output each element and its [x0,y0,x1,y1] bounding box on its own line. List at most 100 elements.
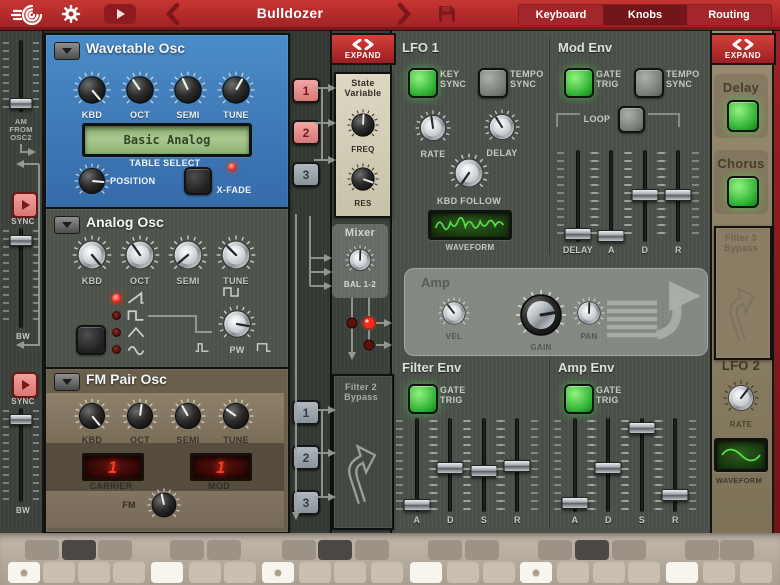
sync-play-button-1[interactable] [12,192,38,218]
filter-env-gate-trig-button[interactable] [408,384,438,414]
knob-tune[interactable] [216,70,256,110]
routing-button-3[interactable]: 3 [292,162,320,187]
slider-handle[interactable] [503,460,531,472]
knob-kbd[interactable] [71,234,113,276]
overview-white-key[interactable] [703,562,735,583]
fx-expand-button[interactable]: EXPAND [710,33,776,65]
mod-env-tempo-sync-button[interactable] [634,68,664,98]
slider-handle[interactable] [631,189,659,202]
slider-r[interactable] [654,418,697,512]
player-button[interactable] [104,4,136,24]
overview-white-key[interactable] [113,562,145,583]
save-icon[interactable] [437,4,457,24]
overview-white-key[interactable] [520,562,552,583]
knob-kbd[interactable] [72,70,112,110]
loop-button[interactable] [618,106,645,133]
slider-handle[interactable] [564,227,592,240]
wave-select-square[interactable] [112,308,145,322]
routing-button-1[interactable]: 1 [292,400,320,425]
knob-oct[interactable] [121,397,159,435]
lfo1-kbd-follow-knob[interactable] [448,152,490,194]
overview-black-key[interactable] [612,540,646,560]
lfo2-rate-knob[interactable] [722,379,760,417]
fm-collapse-button[interactable] [54,373,80,391]
slider-delay[interactable] [556,150,599,242]
slider-handle[interactable] [597,229,625,242]
filter-expand-button[interactable]: EXPAND [330,33,396,65]
overview-white-key[interactable] [666,562,698,583]
knob-tune[interactable] [215,234,257,276]
overview-white-key[interactable] [43,562,75,583]
slider-handle[interactable] [9,414,33,425]
overview-black-key[interactable] [428,540,462,560]
slider-handle[interactable] [661,489,689,502]
slider-a[interactable] [590,150,633,242]
filter3-bypass-panel[interactable]: Filter 3 Bypass [714,226,772,360]
wavetable-collapse-button[interactable] [54,42,80,60]
pw-knob[interactable] [217,304,257,344]
filter2-bypass-panel[interactable]: Filter 2 Bypass [332,374,394,530]
slider-bw-1[interactable] [3,228,39,328]
routing-button-3[interactable]: 3 [292,490,320,515]
slider-handle[interactable] [403,498,431,511]
tab-knobs[interactable]: Knobs [603,5,687,25]
wave-select-saw[interactable] [112,291,145,305]
slider-d[interactable] [587,418,630,512]
slider-s[interactable] [620,418,663,512]
overview-white-key[interactable] [224,562,256,583]
previous-preset-button[interactable] [164,2,180,26]
knob-oct[interactable] [120,70,160,110]
overview-black-key[interactable] [318,540,352,560]
overview-white-key[interactable] [593,562,625,583]
vel-knob[interactable] [437,296,471,330]
bal-knob[interactable] [344,244,376,276]
lfo2-waveform-display[interactable] [714,438,768,472]
slider-handle[interactable] [628,422,656,435]
overview-white-key[interactable] [189,562,221,583]
res-knob[interactable] [346,162,380,196]
keyboard-overview[interactable] [0,533,780,585]
knob-semi[interactable] [167,234,209,276]
gear-icon[interactable] [60,3,82,25]
overview-black-key[interactable] [575,540,609,560]
mod-display[interactable]: 1 [190,453,252,481]
overview-black-key[interactable] [98,540,132,560]
routing-button-1[interactable]: 1 [292,78,320,103]
tab-routing[interactable]: Routing [687,5,771,25]
overview-black-key[interactable] [282,540,316,560]
slider-handle[interactable] [436,461,464,474]
knob-kbd[interactable] [73,397,111,435]
routing-button-2[interactable]: 2 [292,445,320,470]
slider-a[interactable] [553,418,596,512]
mod-env-gate-trig-button[interactable] [564,68,594,98]
overview-white-key[interactable] [557,562,589,583]
gain-knob[interactable] [514,288,568,342]
tab-keyboard[interactable]: Keyboard [519,5,603,25]
analog-collapse-button[interactable] [54,216,80,234]
slider-s[interactable] [462,418,505,512]
lfo1-rate-knob[interactable] [414,109,452,147]
overview-white-key[interactable] [8,562,40,583]
overview-black-key[interactable] [207,540,241,560]
overview-white-key[interactable] [483,562,515,583]
preset-name[interactable]: Bulldozer [225,0,355,27]
overview-white-key[interactable] [78,562,110,583]
slider-d[interactable] [429,418,472,512]
slider-d[interactable] [623,150,666,242]
knob-semi[interactable] [168,70,208,110]
wave-select-button[interactable] [76,325,106,355]
overview-white-key[interactable] [740,562,772,583]
overview-white-key[interactable] [410,562,442,583]
overview-black-key[interactable] [170,540,204,560]
overview-black-key[interactable] [62,540,96,560]
slider-handle[interactable] [594,461,622,474]
overview-white-key[interactable] [299,562,331,583]
fm-knob[interactable] [146,487,182,523]
slider-handle[interactable] [664,189,692,202]
slider-handle[interactable] [9,98,33,109]
overview-white-key[interactable] [262,562,294,583]
overview-black-key[interactable] [538,540,572,560]
knob-oct[interactable] [119,234,161,276]
overview-black-key[interactable] [355,540,389,560]
routing-button-2[interactable]: 2 [292,120,320,145]
